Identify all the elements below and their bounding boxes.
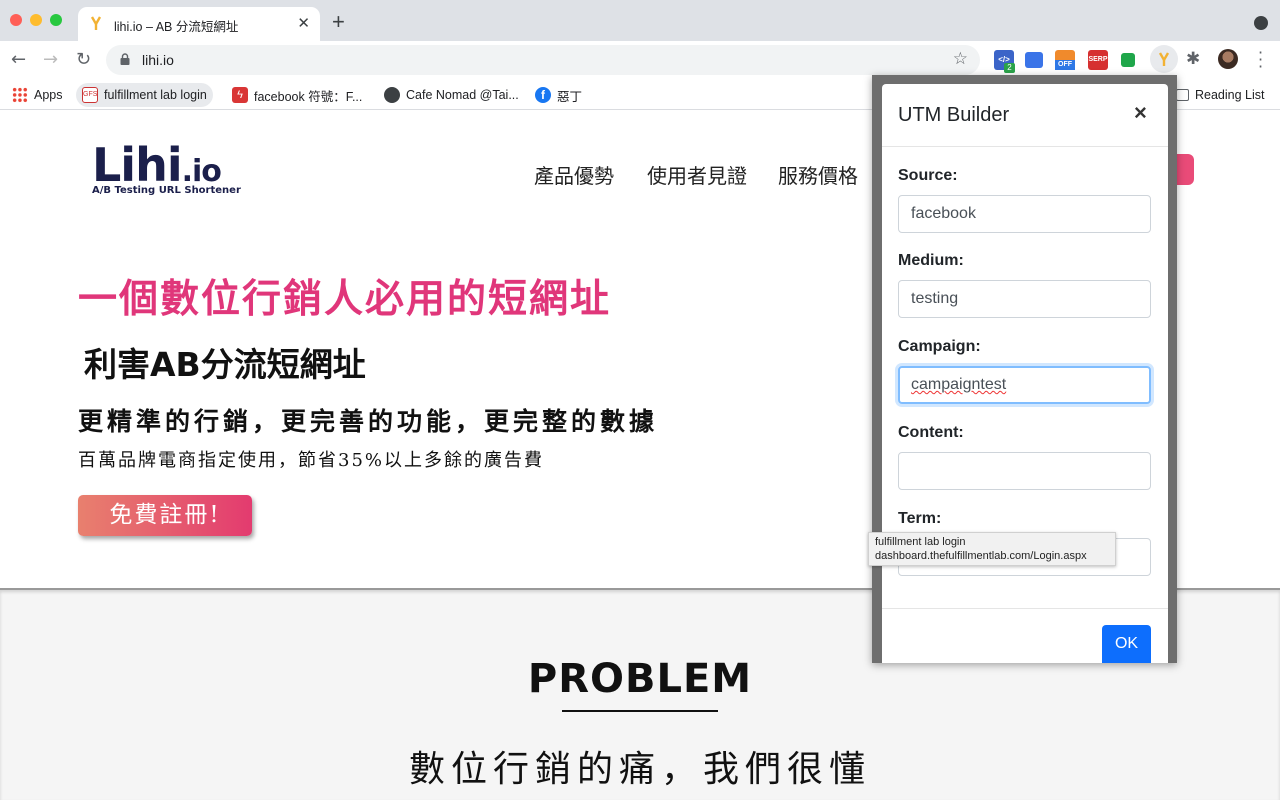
bookmark-facebook[interactable]: f 惡丁 <box>529 83 588 107</box>
campaign-label: Campaign: <box>898 338 981 355</box>
lihi-favicon-icon <box>90 16 102 30</box>
close-icon[interactable]: × <box>1134 100 1147 126</box>
bolt-icon: ϟ <box>232 87 248 103</box>
apps-grid-icon <box>12 87 28 103</box>
blue-square-ext-icon[interactable] <box>1025 52 1043 68</box>
hero-tagline: 更精準的行銷，更完善的功能，更完整的數據 <box>78 407 659 436</box>
tab-title: lihi.io – AB 分流短網址 <box>114 20 239 34</box>
problem-subheading: 數位行銷的痛，我們很懂 <box>408 749 871 790</box>
off-ext-icon[interactable]: OFF <box>1055 50 1075 70</box>
hero-description: 百萬品牌電商指定使用，節省35%以上多餘的廣告費 <box>78 450 545 471</box>
avatar[interactable] <box>1218 49 1238 69</box>
ok-button[interactable]: OK <box>1102 625 1151 663</box>
content-input[interactable] <box>898 452 1151 490</box>
tab-search-icon[interactable] <box>1254 16 1268 30</box>
hero-title: 一個數位行銷人必用的短網址 <box>78 277 612 322</box>
hero-subtitle: 利害AB分流短網址 <box>84 345 366 384</box>
campaign-input[interactable]: campaigntest <box>898 366 1151 404</box>
content-label: Content: <box>898 424 964 441</box>
medium-input[interactable]: testing <box>898 280 1151 318</box>
bookmark-star-icon[interactable]: ☆ <box>953 49 968 69</box>
tab-close-icon[interactable]: ✕ <box>297 14 310 32</box>
minimize-window-button[interactable] <box>30 14 42 26</box>
browser-tab[interactable]: lihi.io – AB 分流短網址 ✕ <box>78 7 320 41</box>
globe-icon <box>384 87 400 103</box>
popup-title: UTM Builder <box>898 104 1010 126</box>
nav-product-advantages[interactable]: 產品優勢 <box>534 160 614 189</box>
source-label: Source: <box>898 167 958 184</box>
facebook-icon: f <box>535 87 551 103</box>
lihi-ext-button[interactable] <box>1150 45 1178 73</box>
green-ext-icon[interactable] <box>1121 53 1135 67</box>
bookmark-facebook-symbols[interactable]: ϟ facebook 符號：F... <box>226 83 368 107</box>
puzzle-icon[interactable]: ✱ <box>1186 49 1200 69</box>
lihi-logo[interactable]: Lihi.io A/B Testing URL Shortener <box>92 138 241 196</box>
nav-pricing[interactable]: 服務價格 <box>778 160 858 189</box>
nav-testimonials[interactable]: 使用者見證 <box>647 160 747 189</box>
bookmark-fulfillment-lab[interactable]: GFS fulfillment lab login <box>76 83 213 107</box>
forward-arrow-icon[interactable]: → <box>43 49 58 70</box>
gfs-icon: GFS <box>82 87 98 103</box>
bookmark-tooltip: fulfillment lab login dashboard.thefulfi… <box>868 532 1116 566</box>
bookmark-cafe-nomad[interactable]: Cafe Nomad @Tai... <box>378 83 525 107</box>
reading-list-icon <box>1176 89 1189 101</box>
popup-header: UTM Builder × <box>882 84 1168 147</box>
source-input[interactable]: facebook <box>898 195 1151 233</box>
ext-badge: 2 <box>1004 63 1015 73</box>
lihi-ext-icon <box>1158 52 1170 66</box>
heading-underline <box>562 710 718 712</box>
logo-tagline: A/B Testing URL Shortener <box>92 185 241 196</box>
address-bar[interactable]: lihi.io ☆ <box>106 45 980 75</box>
utm-builder-popup: UTM Builder × Source: facebook Medium: t… <box>882 84 1168 663</box>
campaign-input-value: campaigntest <box>911 376 1007 393</box>
reading-list-button[interactable]: Reading List <box>1170 83 1271 107</box>
menu-dots-icon[interactable]: · · · <box>1258 45 1263 75</box>
reload-icon[interactable]: ↻ <box>76 49 91 70</box>
url-text: lihi.io <box>142 52 174 68</box>
lock-icon <box>120 53 130 65</box>
new-tab-button[interactable]: + <box>332 9 345 35</box>
close-window-button[interactable] <box>10 14 22 26</box>
popup-footer-divider <box>882 608 1168 609</box>
term-label: Term: <box>898 510 942 527</box>
tab-strip: lihi.io – AB 分流短網址 ✕ + <box>0 0 1280 41</box>
tooltip-title: fulfillment lab login <box>875 536 966 548</box>
back-arrow-icon[interactable]: ← <box>11 49 26 70</box>
bookmark-apps[interactable]: Apps <box>6 83 69 107</box>
medium-label: Medium: <box>898 252 964 269</box>
serp-ext-icon[interactable]: SERP <box>1088 50 1108 70</box>
maximize-window-button[interactable] <box>50 14 62 26</box>
tooltip-url: dashboard.thefulfillmentlab.com/Login.as… <box>875 550 1087 562</box>
free-signup-button[interactable]: 免費註冊! <box>78 495 252 536</box>
